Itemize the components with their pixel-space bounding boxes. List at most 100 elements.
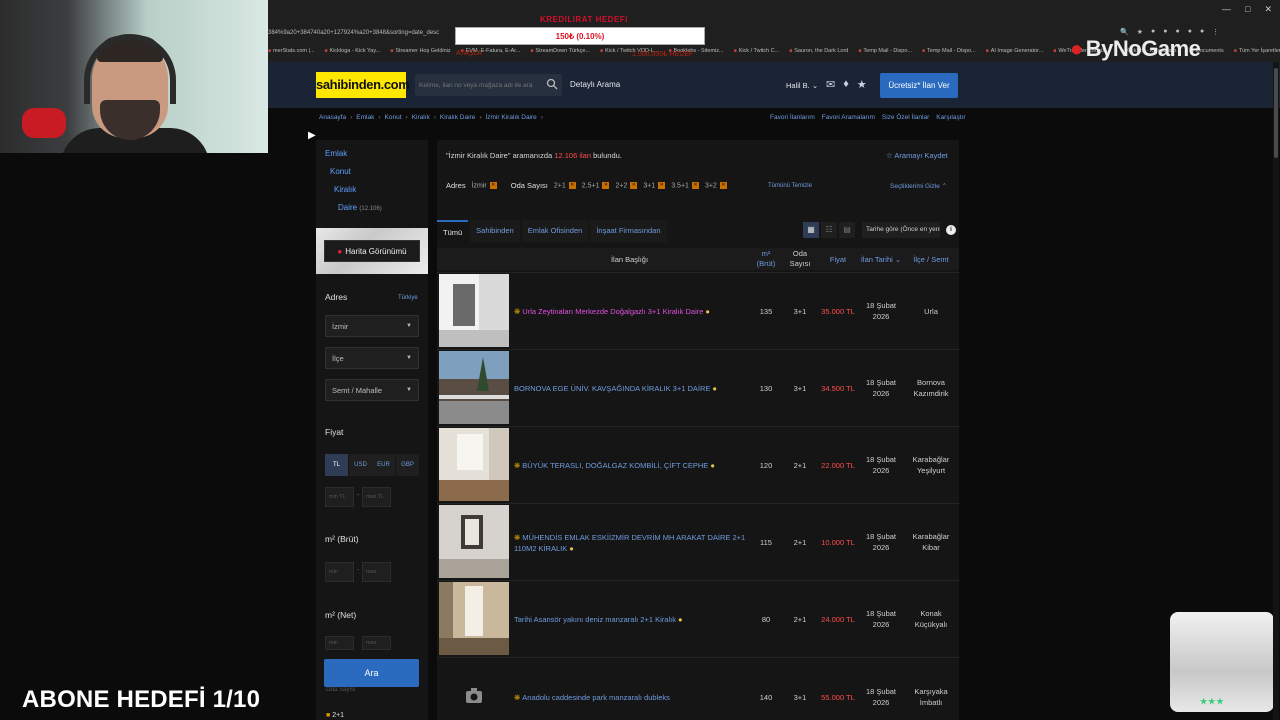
listing-thumbnail[interactable] [439, 582, 509, 655]
site-logo[interactable]: sahibinden.com [316, 72, 410, 98]
listing-thumbnail[interactable] [439, 505, 509, 578]
listing-title[interactable]: ❋ Anadolu caddesinde park manzaralı duble… [514, 692, 754, 703]
currency-eur[interactable]: EUR [372, 454, 395, 476]
m2-net-min-input[interactable]: min [325, 636, 354, 650]
filter-chip[interactable]: 2+1 ✕ [554, 181, 576, 189]
remove-filter-icon[interactable]: ✕ [568, 181, 576, 189]
table-row[interactable]: ❋ Anadolu caddesinde park manzaralı duble… [437, 657, 959, 720]
bookmark-item[interactable]: AI Image Generator... [986, 48, 1044, 54]
column-date[interactable]: İlan Tarihi ⌄ [857, 255, 905, 264]
info-icon[interactable]: i [946, 225, 956, 235]
save-search-button[interactable]: ☆ Aramayı Kaydet [886, 151, 948, 160]
bookmark-item[interactable]: Sauron, the Dark Lord [789, 48, 848, 54]
category-konut[interactable]: Konut [330, 167, 351, 176]
category-daire[interactable]: Daire (12.106) [338, 203, 382, 212]
currency-tl[interactable]: TL [325, 454, 348, 476]
hide-filters-link[interactable]: Seçtiklerimi Gizle ⌃ [890, 182, 947, 190]
filter-chip[interactable]: 3+2 ✕ [705, 181, 727, 189]
breadcrumb-item[interactable]: Kiralık [412, 114, 430, 121]
breadcrumb-item[interactable]: Kiralık Daire [440, 114, 475, 121]
filter-chip[interactable]: İzmir ✕ [472, 181, 497, 189]
bookmark-item[interactable]: Temp Mail - Dispo... [922, 48, 976, 54]
breadcrumb-item[interactable]: Konut [385, 114, 402, 121]
favorite-listings-link[interactable]: Favori İlanlarım [770, 114, 815, 121]
filter-chip[interactable]: 2+2 ✕ [615, 181, 638, 189]
listing-thumbnail[interactable] [439, 428, 509, 501]
bookmark-item[interactable]: Streamer Hoş Geldiniz [390, 48, 450, 54]
clear-filters-link[interactable]: Tümünü Temizle [768, 183, 812, 189]
m2-gross-min-input[interactable]: min [325, 562, 354, 582]
remove-filter-icon[interactable]: ✕ [602, 181, 610, 189]
list-view-icon[interactable]: ▦ [803, 222, 819, 238]
column-price[interactable]: Fiyat [822, 255, 854, 264]
map-view-button[interactable]: ● Harita Görünümü [324, 240, 420, 262]
post-ad-button[interactable]: Ücretsiz* İlan Ver [880, 73, 958, 98]
tab-agency[interactable]: Emlak Ofisinden [521, 220, 589, 242]
bookmark-item[interactable]: Tüm Yer İşaretleri [1234, 48, 1280, 54]
close-icon[interactable]: ✕ [1264, 4, 1272, 15]
remove-filter-icon[interactable]: ✕ [691, 181, 699, 189]
table-row[interactable]: Tarihi Asansör yakını deniz manzaralı 2+… [437, 580, 959, 657]
table-row[interactable]: ❋ Urla Zeytinaları Merkezde Doğalgazlı 3+… [437, 272, 959, 349]
search-button[interactable]: Ara [324, 659, 419, 687]
column-location[interactable]: İlçe / Semt [907, 255, 955, 264]
extension-icon[interactable]: ● [1175, 28, 1179, 36]
remove-filter-icon[interactable]: ✕ [630, 181, 638, 189]
listing-thumbnail[interactable] [439, 351, 509, 424]
price-min-input[interactable]: min TL [325, 487, 354, 507]
neighborhood-select[interactable]: Semt / Mahalle [325, 379, 419, 401]
country-link[interactable]: Türkiye [398, 295, 418, 301]
filter-chip[interactable]: 3+1 ✕ [643, 181, 666, 189]
browser-menu-icon[interactable]: ⋮ [1212, 28, 1219, 36]
extension-icon[interactable]: ● [1163, 28, 1167, 36]
bookmark-item[interactable]: merStats.com |... [268, 48, 314, 54]
filter-chip[interactable]: 3.5+1 ✕ [671, 181, 699, 189]
district-select[interactable]: İlçe [325, 347, 419, 369]
city-select[interactable]: İzmir [325, 315, 419, 337]
bookmark-item[interactable]: Kickloga - Kick Yay... [325, 48, 381, 54]
scrollbar-thumb[interactable] [1274, 68, 1278, 158]
listing-title[interactable]: Tarihi Asansör yakını deniz manzaralı 2+… [514, 614, 754, 625]
camera-icon[interactable] [439, 659, 509, 719]
favorites-star-icon[interactable]: ★ [857, 78, 867, 91]
bell-icon[interactable]: ♦ [843, 78, 849, 91]
listing-title[interactable]: ❋ BÜYÜK TERASLI, DOĞALGAZ KOMBİLİ, ÇİFT C… [514, 460, 754, 471]
currency-usd[interactable]: USD [349, 454, 372, 476]
maximize-icon[interactable]: □ [1245, 4, 1250, 15]
sort-select[interactable]: Tarihe göre (Önce en yeni) [862, 222, 940, 238]
special-listings-link[interactable]: Size Özel İlanlar [882, 114, 929, 121]
user-menu[interactable]: Halil B. ⌄ [786, 81, 818, 90]
breadcrumb-item[interactable]: Anasayfa [319, 114, 346, 121]
messages-icon[interactable]: ✉ [826, 78, 835, 91]
favorite-searches-link[interactable]: Favori Aramalarım [822, 114, 875, 121]
tab-by-owner[interactable]: Sahibinden [470, 220, 520, 242]
bookmark-item[interactable]: Kick / Twitch C... [734, 48, 780, 54]
currency-gbp[interactable]: GBP [396, 454, 419, 476]
extension-icon[interactable]: ● [1151, 28, 1155, 36]
remove-filter-icon[interactable]: ✕ [719, 181, 727, 189]
listing-thumbnail[interactable] [439, 274, 509, 347]
detailed-search-link[interactable]: Detaylı Arama [570, 80, 620, 89]
search-icon[interactable] [546, 78, 558, 90]
category-emlak[interactable]: Emlak [325, 149, 347, 158]
m2-net-max-input[interactable]: max [362, 636, 391, 650]
bookmark-item[interactable]: Temp Mail - Dispo... [858, 48, 912, 54]
tab-construction[interactable]: İnşaat Firmasından [590, 220, 667, 242]
search-input[interactable] [415, 74, 540, 97]
grid-view-icon[interactable]: ☷ [821, 222, 837, 238]
listing-title[interactable]: ❋ Urla Zeytinaları Merkezde Doğalgazlı 3+… [514, 306, 754, 317]
profile-icon[interactable]: ● [1200, 28, 1204, 36]
table-row[interactable]: ❋ MÜHENDİS EMLAK ESKİİZMİR DEVRİM MH ARAK… [437, 503, 959, 580]
room-option-2-1[interactable]: ■ 2+1 [326, 712, 344, 719]
remove-filter-icon[interactable]: ✕ [489, 181, 497, 189]
filter-chip[interactable]: 2.5+1 ✕ [582, 181, 610, 189]
zoom-icon[interactable]: 🔍 [1120, 28, 1129, 36]
column-m2[interactable]: m² (Brüt) [753, 249, 779, 269]
bookmark-item[interactable]: StreamDown Türkçe... [530, 48, 590, 54]
category-kiralik[interactable]: Kiralık [334, 185, 356, 194]
breadcrumb-item[interactable]: İzmir Kiralık Daire [486, 114, 537, 121]
scrollbar[interactable] [1273, 62, 1279, 720]
gallery-view-icon[interactable]: ▤ [839, 222, 855, 238]
tab-all[interactable]: Tümü [437, 220, 469, 242]
breadcrumb-item[interactable]: Emlak [356, 114, 374, 121]
